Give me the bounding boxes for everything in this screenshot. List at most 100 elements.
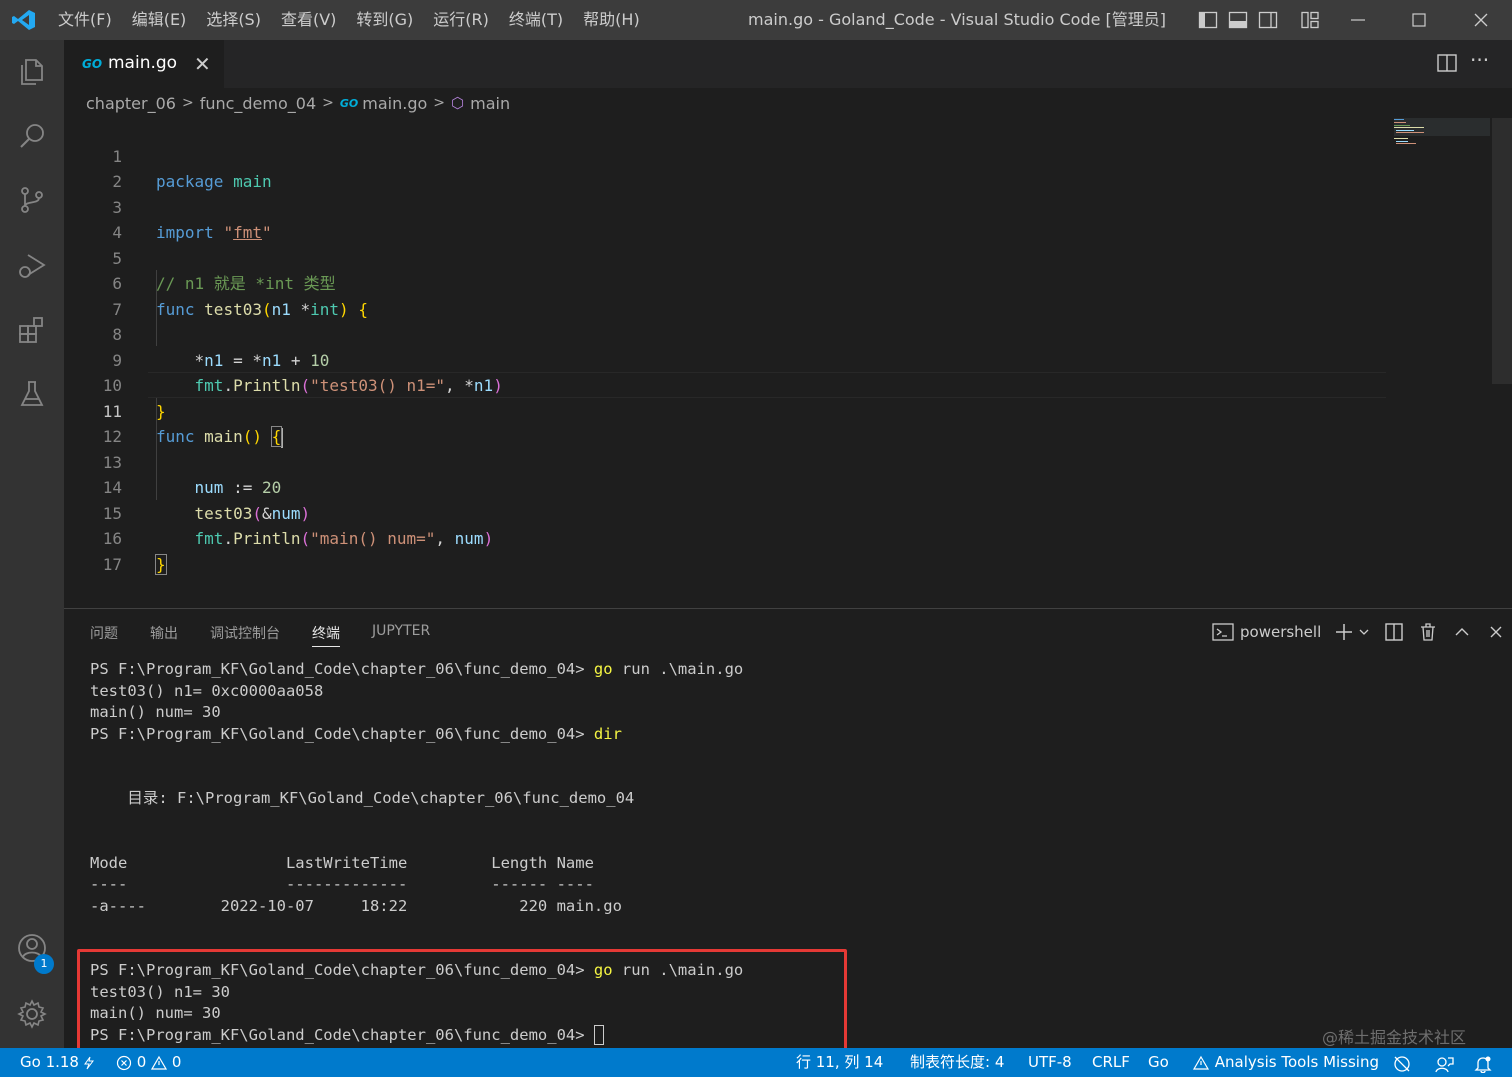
code-line: 5 // n1 就是 *int 类型 xyxy=(64,220,1384,294)
panel-tabs: 问题 输出 调试控制台 终端 JUPYTER xyxy=(90,623,462,647)
menu-selection[interactable]: 选择(S) xyxy=(196,0,271,40)
line-number: 17 xyxy=(102,554,122,574)
terminal-icon xyxy=(1212,623,1234,641)
tab-close-icon[interactable]: ✕ xyxy=(194,52,211,76)
breadcrumb-symbol[interactable]: main xyxy=(470,94,510,113)
maximize-panel-chevron-up-icon[interactable] xyxy=(1451,621,1473,643)
customize-layout-icon[interactable] xyxy=(1300,10,1320,30)
code-line: 12 xyxy=(64,399,1384,446)
terminal-line: ---- ------------- ------ ---- xyxy=(90,875,594,893)
code-line: 1 package main xyxy=(64,118,1384,192)
code-line: 3 import "fmt" xyxy=(64,169,1384,243)
lightning-icon xyxy=(83,1056,94,1069)
code-line: 6 func test03(n1 *int) { xyxy=(64,246,1384,319)
code-line-active: 11 func main() { xyxy=(64,373,1384,448)
close-panel-icon[interactable] xyxy=(1485,621,1507,643)
code-editor[interactable]: 1 package main 2 3 import "fmt" 4 5 // n… xyxy=(64,118,1512,608)
new-terminal-plus-icon[interactable] xyxy=(1335,621,1353,643)
menu-edit[interactable]: 编辑(E) xyxy=(122,0,197,40)
go-version-status[interactable]: Go 1.18 xyxy=(20,1048,94,1077)
tab-size-status[interactable]: 制表符长度: 4 xyxy=(910,1048,1004,1077)
tab-debug-console[interactable]: 调试控制台 xyxy=(210,623,280,647)
close-window-button[interactable] xyxy=(1458,0,1504,40)
code-line: 9 fmt.Println("test03() n1=", *n1) xyxy=(64,322,1384,396)
code-line: 17 xyxy=(64,526,1384,574)
code-line: 2 xyxy=(64,144,1384,191)
menu-bar: 文件(F) 编辑(E) 选择(S) 查看(V) 转到(G) 运行(R) 终端(T… xyxy=(48,0,650,40)
minimize-button[interactable] xyxy=(1335,0,1381,40)
notifications-bell-icon[interactable] xyxy=(1474,1054,1492,1074)
terminal-name[interactable]: powershell xyxy=(1240,623,1321,641)
feedback-icon[interactable] xyxy=(1434,1054,1454,1073)
symbol-function-icon: ⬡ xyxy=(451,94,465,112)
eol-status[interactable]: CRLF xyxy=(1092,1048,1130,1077)
code-line: 16 } xyxy=(64,501,1384,575)
split-terminal-icon[interactable] xyxy=(1383,621,1405,643)
go-file-icon: GO xyxy=(339,96,359,110)
language-status[interactable]: Go xyxy=(1148,1048,1169,1077)
warning-icon xyxy=(1192,1055,1210,1070)
bottom-panel: 问题 输出 调试控制台 终端 JUPYTER powershell PS F:\… xyxy=(64,608,1512,1077)
problems-status[interactable]: 0 0 xyxy=(116,1048,181,1077)
menu-file[interactable]: 文件(F) xyxy=(48,0,122,40)
trash-icon[interactable] xyxy=(1417,621,1439,643)
tab-terminal[interactable]: 终端 xyxy=(312,623,340,647)
breadcrumb-folder-func-demo[interactable]: func_demo_04 xyxy=(200,94,316,113)
minimap[interactable] xyxy=(1392,118,1492,158)
terminal-line: -a---- 2022-10-07 18:22 220 main.go xyxy=(90,896,622,915)
code-text: } xyxy=(155,553,167,575)
source-control-icon[interactable] xyxy=(14,182,50,218)
terminal-line: PS F:\Program_KF\Goland_Code\chapter_06\… xyxy=(90,660,744,678)
explorer-icon[interactable] xyxy=(14,54,50,90)
tab-main-go[interactable]: GO main.go ✕ xyxy=(64,40,224,88)
menu-run[interactable]: 运行(R) xyxy=(423,0,499,40)
status-bar: Go 1.18 0 0 行 11, 列 14 制表符长度: 4 UTF-8 CR… xyxy=(0,1048,1512,1077)
code-line: 15 fmt.Println("main() num=", num) xyxy=(64,475,1384,549)
menu-go[interactable]: 转到(G) xyxy=(346,0,423,40)
watermark: @稀土掘金技术社区 xyxy=(1322,1028,1467,1047)
cursor-position-status[interactable]: 行 11, 列 14 xyxy=(796,1048,883,1077)
toggle-panel-icon[interactable] xyxy=(1228,10,1248,30)
editor-scrollbar[interactable] xyxy=(1492,118,1512,384)
terminal-line: PS F:\Program_KF\Goland_Code\chapter_06\… xyxy=(90,724,622,743)
terminal-line: Mode LastWriteTime Length Name xyxy=(90,853,594,872)
warning-icon xyxy=(151,1055,168,1070)
window-title: main.go - Goland_Code - Visual Studio Co… xyxy=(748,10,1167,29)
menu-terminal[interactable]: 终端(T) xyxy=(499,0,573,40)
terminal-line: test03() n1= 0xc0000aa058 xyxy=(90,681,324,700)
code-line: 8 *n1 = *n1 + 10 xyxy=(64,297,1384,370)
account-badge: 1 xyxy=(34,954,54,974)
maximize-button[interactable] xyxy=(1396,0,1442,40)
toggle-primary-sidebar-icon[interactable] xyxy=(1198,10,1218,30)
menu-view[interactable]: 查看(V) xyxy=(271,0,346,40)
chevron-down-icon[interactable] xyxy=(1357,621,1371,643)
tab-jupyter[interactable]: JUPYTER xyxy=(372,623,430,647)
tab-bar: GO main.go ✕ ··· xyxy=(64,40,1512,88)
encoding-status[interactable]: UTF-8 xyxy=(1028,1048,1072,1077)
copilot-disabled-icon[interactable] xyxy=(1392,1054,1412,1072)
manage-gear-icon[interactable] xyxy=(14,996,50,1032)
split-editor-icon[interactable] xyxy=(1436,52,1458,74)
vscode-logo-icon xyxy=(12,10,35,30)
tab-problems[interactable]: 问题 xyxy=(90,623,118,647)
breadcrumb-folder-chapter[interactable]: chapter_06 xyxy=(86,94,176,113)
testing-icon[interactable] xyxy=(14,376,50,412)
search-icon[interactable] xyxy=(14,118,50,154)
title-bar: 文件(F) 编辑(E) 选择(S) 查看(V) 转到(G) 运行(R) 终端(T… xyxy=(0,0,1512,40)
toggle-secondary-sidebar-icon[interactable] xyxy=(1258,10,1278,30)
menu-help[interactable]: 帮助(H) xyxy=(573,0,650,40)
tab-output[interactable]: 输出 xyxy=(150,623,178,647)
terminal-line: main() num= 30 xyxy=(90,703,221,721)
code-line: 4 xyxy=(64,195,1384,242)
extensions-icon[interactable] xyxy=(14,312,50,348)
more-actions-icon[interactable]: ··· xyxy=(1470,48,1489,72)
go-file-icon: GO xyxy=(82,57,103,71)
analysis-tools-status[interactable]: Analysis Tools Missing xyxy=(1192,1048,1379,1077)
breadcrumb-file[interactable]: main.go xyxy=(362,94,427,113)
panel-actions: powershell xyxy=(1212,621,1512,643)
run-debug-icon[interactable] xyxy=(14,248,50,284)
